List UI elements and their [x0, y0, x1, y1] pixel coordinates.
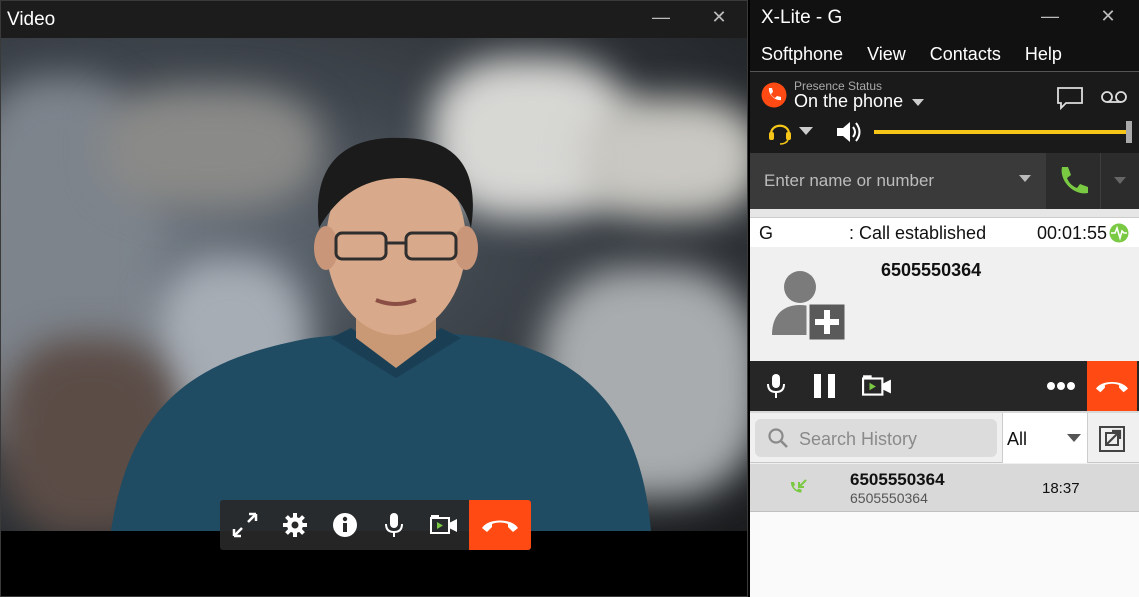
chevron-down-icon[interactable]	[1019, 175, 1031, 183]
history-list-empty-area	[750, 512, 1139, 597]
xlite-window-title: X-Lite - G	[761, 7, 843, 28]
history-filter-value: All	[1007, 429, 1028, 449]
info-icon	[332, 513, 357, 537]
mute-button[interactable]	[370, 500, 420, 550]
call-button[interactable]	[1048, 153, 1098, 209]
history-item-number: 6505550364	[850, 490, 928, 506]
fullscreen-button[interactable]	[220, 500, 270, 550]
presence-panel: Presence Status On the phone	[750, 71, 1139, 153]
menu-view[interactable]: View	[867, 44, 906, 65]
menu-softphone[interactable]: Softphone	[761, 44, 843, 65]
speaker-volume-icon[interactable]	[835, 119, 863, 145]
audio-device-selector[interactable]	[768, 119, 818, 147]
video-control-bar	[220, 500, 532, 550]
video-call-button[interactable]	[860, 371, 894, 401]
menu-bar: Softphone View Contacts Help	[750, 38, 1139, 71]
more-options-button[interactable]	[1044, 371, 1078, 401]
history-item-time: 18:37	[1042, 480, 1080, 497]
video-window: Video — ✕	[0, 0, 748, 597]
chevron-down-icon	[912, 99, 925, 106]
call-options-dropdown[interactable]	[1100, 153, 1139, 209]
search-history-input[interactable]	[797, 427, 987, 451]
video-feed	[1, 38, 747, 531]
add-contact-icon	[772, 271, 848, 343]
hangup-icon	[1096, 382, 1128, 393]
hold-button[interactable]	[810, 371, 840, 401]
xlite-close-button[interactable]: ✕	[1093, 6, 1123, 27]
chevron-down-icon	[1067, 434, 1081, 442]
separator	[750, 209, 1139, 217]
pause-icon	[814, 374, 835, 398]
history-list-item[interactable]: 6505550364 6505550364 18:37	[750, 464, 1139, 512]
fullscreen-icon	[232, 512, 258, 538]
presence-status[interactable]: On the phone	[794, 91, 925, 112]
caller-video-image	[111, 137, 651, 531]
call-details: 6505550364	[750, 247, 1139, 361]
minimize-button[interactable]: —	[646, 7, 676, 28]
hangup-icon	[482, 520, 519, 532]
video-camera-icon	[430, 515, 458, 534]
mute-mic-button[interactable]	[762, 371, 790, 401]
dial-input[interactable]	[750, 153, 1046, 209]
chevron-down-icon	[1114, 177, 1126, 184]
voicemail-icon[interactable]	[1100, 90, 1128, 104]
call-line: G	[759, 223, 774, 243]
gear-icon	[282, 513, 307, 537]
xlite-title-bar: X-Lite - G — ✕	[750, 0, 1139, 38]
settings-button[interactable]	[270, 500, 320, 550]
history-item-name: 6505550364	[850, 470, 945, 489]
popout-history-button[interactable]	[1098, 425, 1126, 453]
incoming-call-icon	[790, 479, 807, 493]
info-button[interactable]	[320, 500, 370, 550]
xlite-window: X-Lite - G — ✕ Softphone View Contacts H…	[750, 0, 1139, 597]
end-call-button[interactable]	[469, 500, 532, 550]
xlite-minimize-button[interactable]: —	[1035, 6, 1065, 27]
chat-icon[interactable]	[1056, 86, 1084, 110]
chevron-down-icon	[799, 127, 813, 135]
dial-panel	[750, 153, 1139, 209]
presence-status-label: On the phone	[794, 91, 904, 111]
call-toolbar	[750, 361, 1139, 411]
add-contact-button[interactable]	[770, 265, 850, 343]
phone-icon	[1061, 167, 1088, 194]
search-box	[755, 419, 997, 457]
volume-slider[interactable]	[874, 121, 1132, 143]
menu-contacts[interactable]: Contacts	[930, 44, 1001, 65]
call-number: 6505550364	[881, 260, 982, 280]
video-window-title: Video	[7, 9, 56, 30]
video-camera-icon	[862, 375, 891, 396]
call-header: G : Call established 00:01:55	[750, 217, 1139, 247]
close-button[interactable]: ✕	[704, 7, 734, 28]
video-title-bar: Video — ✕	[1, 1, 747, 38]
popout-icon	[1099, 426, 1125, 452]
microphone-icon	[767, 374, 785, 398]
search-icon	[768, 428, 788, 448]
history-search-bar: All	[750, 413, 1139, 463]
presence-phone-icon[interactable]	[761, 82, 787, 108]
video-toggle-button[interactable]	[419, 500, 469, 550]
microphone-icon	[385, 513, 404, 537]
call-duration: 00:01:55	[1037, 223, 1108, 243]
end-call-button[interactable]	[1087, 361, 1137, 411]
call-quality-icon	[1109, 223, 1129, 243]
call-status: : Call established	[849, 223, 987, 243]
volume-slider-handle[interactable]	[1126, 121, 1132, 143]
headset-icon	[769, 124, 791, 145]
history-filter-dropdown[interactable]: All	[1002, 413, 1088, 463]
menu-help[interactable]: Help	[1025, 44, 1062, 65]
more-icon	[1047, 382, 1075, 390]
